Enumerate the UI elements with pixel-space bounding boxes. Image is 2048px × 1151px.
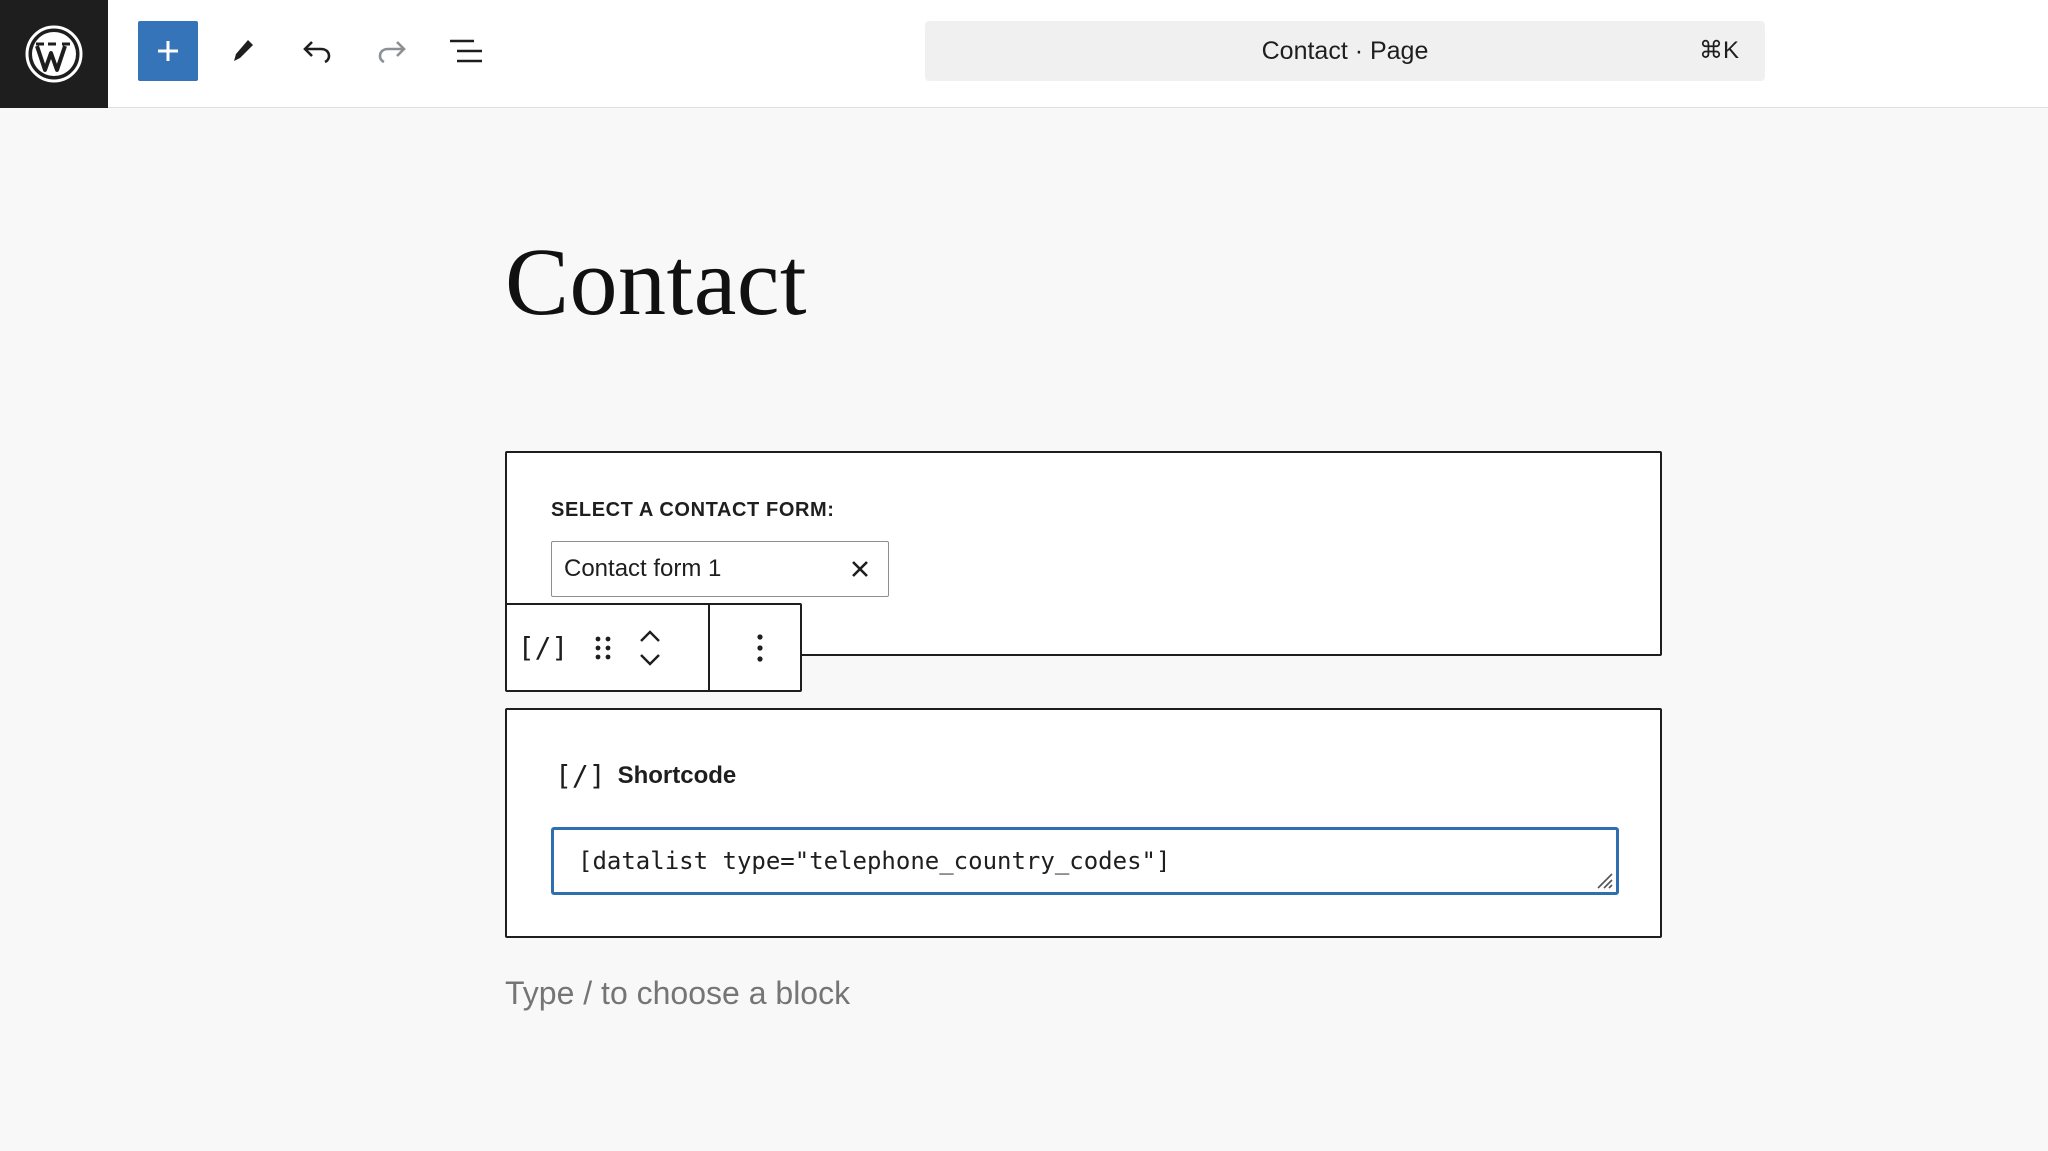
close-icon [852, 561, 868, 577]
drag-handle-icon [595, 636, 611, 659]
redo-button[interactable] [362, 21, 422, 81]
wordpress-logo-icon [25, 25, 83, 83]
add-block-button[interactable] [138, 21, 198, 81]
shortcode-block[interactable]: [/] Shortcode [datalist type="telephone_… [505, 708, 1662, 938]
clear-selection-button[interactable] [846, 555, 874, 583]
shortcode-block-header: [/] Shortcode [555, 759, 736, 792]
shortcode-icon: [/] [555, 759, 606, 792]
chevron-up-icon[interactable] [638, 629, 662, 643]
block-options-button[interactable] [735, 605, 785, 690]
shortcode-input-value: [datalist type="telephone_country_codes"… [578, 847, 1171, 875]
command-shortcut: ⌘K [1698, 37, 1739, 64]
chevron-down-icon[interactable] [638, 653, 662, 667]
page-title[interactable]: Contact [505, 222, 807, 342]
undo-icon [303, 41, 331, 64]
block-toolbar-group: [/] [507, 605, 710, 690]
block-toolbar: [/] [505, 603, 802, 692]
block-mover [635, 605, 665, 690]
editor-header: Contact · Page ⌘K [0, 0, 2048, 108]
contact-form-selected-value: Contact form 1 [564, 555, 722, 582]
block-type-button[interactable]: [/] [518, 605, 569, 690]
shortcode-label: Shortcode [617, 761, 737, 789]
more-vertical-icon [757, 633, 763, 662]
document-title: Contact · Page [1261, 37, 1429, 65]
shortcode-icon: [/] [517, 631, 569, 664]
command-palette-bar[interactable]: Contact · Page ⌘K [925, 21, 1765, 81]
wordpress-logo-button[interactable] [0, 0, 108, 108]
list-view-icon [450, 39, 482, 63]
resize-handle-icon[interactable] [1592, 868, 1614, 890]
contact-form-select-label: SELECT A CONTACT FORM: [551, 499, 835, 521]
redo-icon [378, 41, 406, 64]
pencil-icon [234, 40, 253, 61]
undo-button[interactable] [287, 21, 347, 81]
tools-button[interactable] [212, 21, 272, 81]
drag-handle[interactable] [589, 605, 617, 690]
block-appender-placeholder[interactable]: Type / to choose a block [505, 975, 850, 1012]
document-overview-button[interactable] [436, 21, 496, 81]
plus-icon [158, 41, 178, 61]
shortcode-input[interactable]: [datalist type="telephone_country_codes"… [551, 827, 1619, 895]
contact-form-select[interactable]: Contact form 1 [551, 541, 889, 597]
